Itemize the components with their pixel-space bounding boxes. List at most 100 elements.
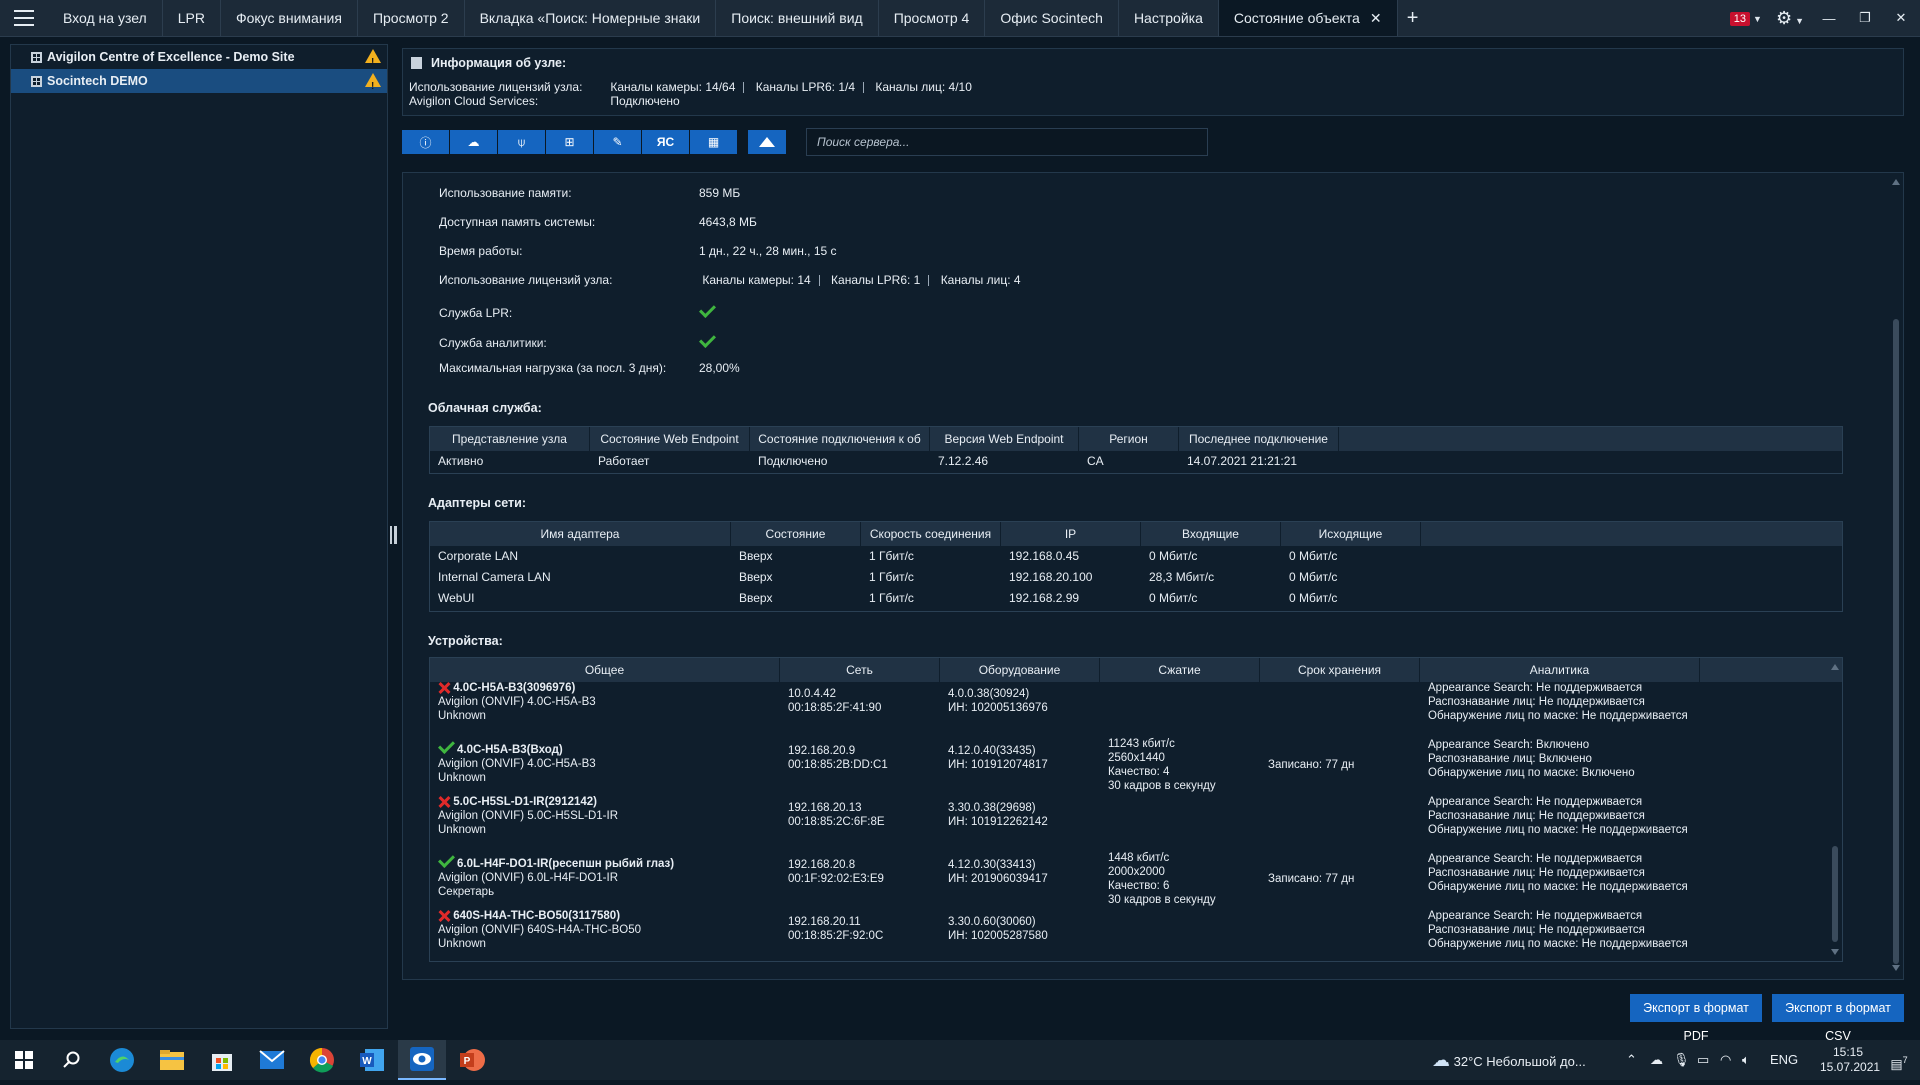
column-header[interactable]: Исходящие xyxy=(1281,522,1421,546)
mail-icon[interactable] xyxy=(248,1040,296,1080)
table-row[interactable]: 4.0C-H5A-B3(3096976) Avigilon (ONVIF) 4.0… xyxy=(430,681,1842,738)
analytics-button[interactable]: ЯC xyxy=(642,130,689,154)
gear-icon: ⚙ xyxy=(1775,7,1793,28)
tab-appearance-search[interactable]: Поиск: внешний вид xyxy=(716,0,879,36)
column-header[interactable]: Скорость соединения xyxy=(861,522,1001,546)
tab-office-socintech[interactable]: Офис Socintech xyxy=(985,0,1119,36)
site-item-socintech-demo[interactable]: Socintech DEMO xyxy=(11,69,387,99)
site-item-avigilon-coe[interactable]: Avigilon Centre of Excellence - Demo Sit… xyxy=(11,45,387,75)
action-center-button[interactable]: ▤7 xyxy=(1884,1040,1914,1080)
column-header[interactable]: Представление узла xyxy=(430,427,590,451)
table-row[interactable]: 6.0L-H4F-DO1-IR(ресепшн рыбий глаз) Avigi… xyxy=(430,851,1842,909)
cloud-button[interactable]: ☁ xyxy=(450,130,497,154)
devices-scrollbar[interactable] xyxy=(1828,658,1842,961)
collapse-button[interactable] xyxy=(748,130,786,154)
tab-license-plate-search[interactable]: Вкладка «Поиск: Номерные знаки xyxy=(465,0,717,36)
column-header[interactable]: Версия Web Endpoint xyxy=(930,427,1079,451)
table-row[interactable]: Internal Camera LAN Вверх 1 Гбит/с 192.1… xyxy=(430,567,1842,588)
tab-lpr[interactable]: LPR xyxy=(163,0,221,36)
add-tab-icon[interactable]: + xyxy=(1398,0,1428,36)
weather-widget[interactable]: ☁ 32°C Небольшой до... xyxy=(1432,1040,1586,1080)
export-pdf-button[interactable]: Экспорт в формат PDF xyxy=(1630,994,1762,1043)
tab-site-health[interactable]: Состояние объекта ✕ xyxy=(1218,0,1398,36)
avigilon-acc-icon[interactable] xyxy=(398,1040,446,1080)
error-icon xyxy=(438,910,450,922)
column-header[interactable]: Сеть xyxy=(780,658,940,682)
microphone-icon[interactable]: 🎙︎ xyxy=(1673,1040,1690,1080)
column-header[interactable]: Регион xyxy=(1079,427,1179,451)
network-adapters-title: Адаптеры сети: xyxy=(428,496,527,510)
column-header[interactable]: Срок хранения xyxy=(1260,658,1420,682)
table-row[interactable]: WebUI Вверх 1 Гбит/с 192.168.2.99 0 Мбит… xyxy=(430,588,1842,609)
word-icon[interactable]: W xyxy=(348,1040,396,1080)
scroll-up-icon[interactable] xyxy=(1892,179,1900,185)
tab-view-4[interactable]: Просмотр 4 xyxy=(879,0,986,36)
info-button[interactable]: ⓘ xyxy=(402,130,449,154)
cloud-service-title: Облачная служба: xyxy=(428,401,542,415)
language-indicator[interactable]: ENG xyxy=(1770,1040,1798,1080)
chrome-icon[interactable] xyxy=(298,1040,346,1080)
uptime-row: Время работы: 1 дн., 22 ч., 28 мин., 15 с xyxy=(439,244,837,258)
column-header[interactable]: Общее xyxy=(430,658,780,682)
column-header[interactable]: Состояние Web Endpoint xyxy=(590,427,750,451)
wifi-icon[interactable]: ◠ xyxy=(1720,1040,1731,1080)
main-scrollbar[interactable] xyxy=(1889,173,1903,979)
network-adapters-table: Имя адаптера Состояние Скорость соединен… xyxy=(429,521,1843,612)
tab-site-login[interactable]: Вход на узел xyxy=(48,0,163,36)
scroll-thumb[interactable] xyxy=(1893,319,1899,964)
table-row[interactable]: Corporate LAN Вверх 1 Гбит/с 192.168.0.4… xyxy=(430,546,1842,567)
server-search-input[interactable]: Поиск сервера... xyxy=(806,128,1208,156)
column-header[interactable]: Состояние xyxy=(731,522,861,546)
table-row[interactable]: 4.0C-H5A-B3(Вход) Avigilon (ONVIF) 4.0C-H… xyxy=(430,737,1842,795)
tab-view-2[interactable]: Просмотр 2 xyxy=(358,0,465,36)
volume-icon[interactable]: 🔈︎ xyxy=(1742,1040,1750,1080)
clock[interactable]: 15:15 15.07.2021 xyxy=(1820,1040,1880,1085)
tab-setup[interactable]: Настройка xyxy=(1119,0,1219,36)
scroll-down-icon[interactable] xyxy=(1892,965,1900,971)
panel-splitter-handle[interactable] xyxy=(390,526,397,544)
search-icon[interactable] xyxy=(48,1040,96,1080)
scroll-up-icon[interactable] xyxy=(1831,664,1839,670)
edge-browser-icon[interactable] xyxy=(98,1040,146,1080)
settings-button[interactable]: ⚙ ▼ xyxy=(1776,8,1804,29)
scroll-thumb[interactable] xyxy=(1832,846,1838,942)
hamburger-menu-icon[interactable] xyxy=(8,6,40,30)
antenna-button[interactable]: ⍦ xyxy=(498,130,545,154)
column-header[interactable]: Входящие xyxy=(1141,522,1281,546)
notifications-button[interactable]: 13 ▼ xyxy=(1729,11,1762,26)
windows-taskbar: W P ☁ 32°C Небольшой до... ⌃ ☁ 🎙︎ ▭ ◠ 🔈︎… xyxy=(0,1040,1920,1080)
column-header[interactable]: Аналитика xyxy=(1420,658,1700,682)
powerpoint-icon[interactable]: P xyxy=(448,1040,496,1080)
close-icon[interactable]: ✕ xyxy=(1370,10,1382,26)
restore-icon[interactable]: ❐ xyxy=(1854,10,1876,26)
column-header[interactable]: Имя адаптера xyxy=(430,522,731,546)
battery-icon[interactable]: ▭ xyxy=(1697,1040,1709,1080)
table-row[interactable]: Активно Работает Подключено 7.12.2.46 CA… xyxy=(430,451,1842,472)
close-window-icon[interactable]: ✕ xyxy=(1890,10,1912,26)
export-csv-button[interactable]: Экспорт в формат CSV xyxy=(1772,994,1904,1043)
scroll-down-icon[interactable] xyxy=(1831,949,1839,955)
file-explorer-icon[interactable] xyxy=(148,1040,196,1080)
table-row[interactable]: 5.0C-H5SL-D1-IR(2912142) Avigilon (ONVIF)… xyxy=(430,795,1842,852)
store-icon[interactable] xyxy=(198,1040,246,1080)
grid-button[interactable]: ▦ xyxy=(690,130,737,154)
hardware-button[interactable]: ⊞ xyxy=(546,130,593,154)
column-header[interactable]: Состояние подключения к об xyxy=(750,427,930,451)
info-icon: ⓘ xyxy=(419,135,432,150)
windows-start-icon[interactable] xyxy=(0,1040,48,1080)
column-header[interactable]: IP xyxy=(1001,522,1141,546)
column-header[interactable]: Последнее подключение xyxy=(1179,427,1339,451)
minimize-icon[interactable]: — xyxy=(1818,11,1840,26)
check-icon xyxy=(438,737,455,754)
onedrive-icon[interactable]: ☁ xyxy=(1650,1040,1663,1080)
column-header[interactable]: Сжатие xyxy=(1100,658,1260,682)
server-details-panel: Использование памяти: 859 МБ Доступная па… xyxy=(402,172,1904,980)
cloud-services-row: Avigilon Cloud Services: Подключено xyxy=(409,94,680,108)
tab-focus-of-attention[interactable]: Фокус внимания xyxy=(221,0,358,36)
table-row[interactable]: 640S-H4A-THC-BO50(3117580) Avigilon (ONVI… xyxy=(430,909,1842,961)
tray-chevron-up-icon[interactable]: ⌃ xyxy=(1626,1040,1637,1080)
building-icon xyxy=(31,52,42,63)
tools-button[interactable]: ✎ xyxy=(594,130,641,154)
column-header[interactable]: Оборудование xyxy=(940,658,1100,682)
devices-title: Устройства: xyxy=(428,634,503,648)
